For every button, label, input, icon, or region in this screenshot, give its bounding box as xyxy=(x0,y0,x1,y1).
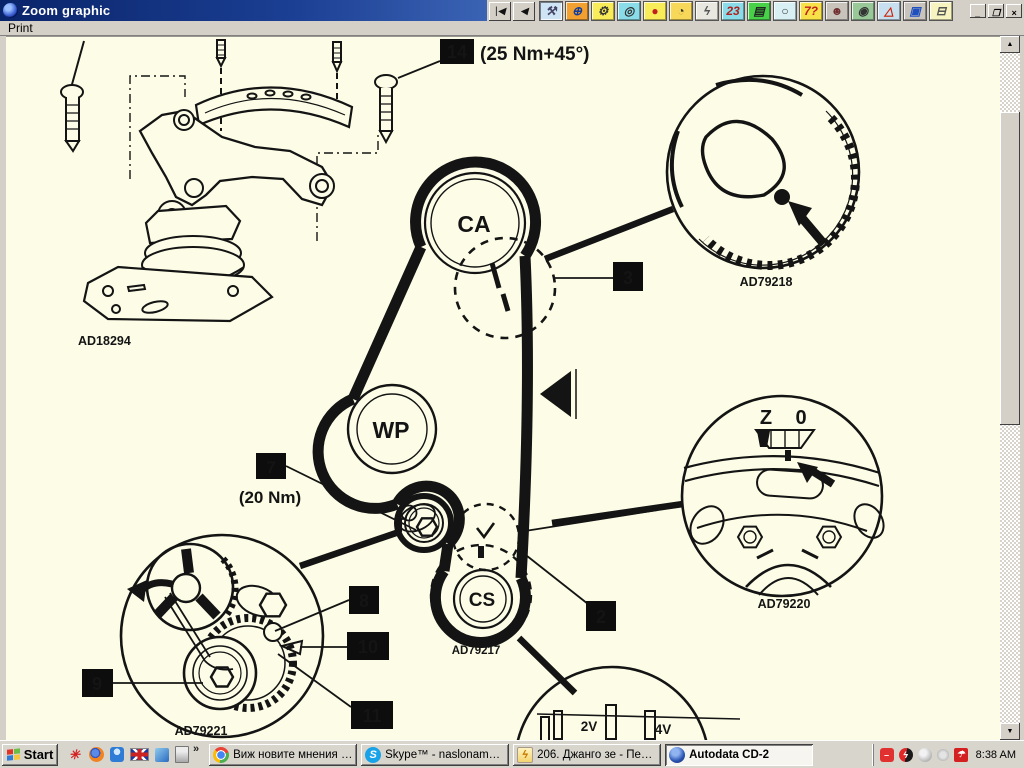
menu-bar: Print xyxy=(0,21,1024,36)
toolbar-icon[interactable]: ⚙ xyxy=(591,1,615,21)
mark-0: 0 xyxy=(795,407,806,429)
nav-buttons: |◀ ◀ xyxy=(489,2,535,21)
task-buttons: Виж новите мнения | V... S Skype™ - nasl… xyxy=(209,744,813,766)
mark-z: Z xyxy=(760,407,772,429)
system-tray: – ϟ ☂ 8:38 AM xyxy=(873,744,1024,766)
toolbar-icon[interactable]: ☻ xyxy=(825,1,849,21)
timing-belt-diagram: 14 3 7 2 8 10 9 11 (25 Nm+45°) AD18294 A… xyxy=(6,37,1000,741)
toolbar-icon[interactable]: ϟ xyxy=(695,1,719,21)
tray-icon[interactable]: ☂ xyxy=(954,748,968,762)
quick-launch-icon[interactable]: ✳ xyxy=(66,747,83,763)
app-icon xyxy=(3,3,18,18)
toolbar-icon[interactable]: ▤ xyxy=(747,1,771,21)
taskbar-task-button[interactable]: ϟ 206. Джанго зе - Песе... xyxy=(513,744,661,766)
quick-launch-icon[interactable] xyxy=(130,748,149,761)
window-controls: _ ❐ × xyxy=(970,4,1022,18)
label-8: 8 xyxy=(359,591,369,611)
toolbar-icon[interactable]: △ xyxy=(877,1,901,21)
pulley-wp: WP xyxy=(372,417,409,443)
mark-2v: 2V xyxy=(581,719,598,734)
task-icon: S xyxy=(365,747,381,763)
start-button[interactable]: Start xyxy=(2,744,58,766)
toolbar-icon[interactable]: ○ xyxy=(773,1,797,21)
taskbar-task-button[interactable]: S Skype™ - naslonamakar... xyxy=(361,744,509,766)
toolbar-icon[interactable]: ◉ xyxy=(851,1,875,21)
torque-25nm: (25 Nm+45°) xyxy=(480,44,590,65)
tray-icon[interactable] xyxy=(937,749,949,761)
quick-launch-icon[interactable] xyxy=(110,747,124,762)
label-14: 14 xyxy=(447,42,467,62)
toolbar-overflow-chevron[interactable]: » xyxy=(193,741,199,755)
mark-4v: 4V xyxy=(655,722,672,737)
window-control-button[interactable]: ❐ xyxy=(988,4,1004,18)
ref-ad18294: AD18294 xyxy=(78,334,131,348)
label-9: 9 xyxy=(92,674,102,694)
label-10: 10 xyxy=(358,637,378,657)
toolbar-icon[interactable]: ◎ xyxy=(617,1,641,21)
vertical-scrollbar[interactable]: ▲ ▼ xyxy=(1000,36,1020,740)
ref-ad79220: AD79220 xyxy=(758,597,811,611)
taskbar-task-button[interactable]: Виж новите мнения | V... xyxy=(209,744,357,766)
toolbar-icon[interactable]: 7? xyxy=(799,1,823,21)
pulley-ca: CA xyxy=(457,211,490,237)
windows-flag-icon xyxy=(7,748,21,761)
scroll-down-button[interactable]: ▼ xyxy=(1000,723,1020,740)
nav-button[interactable]: |◀ xyxy=(489,2,511,21)
menu-item-print[interactable]: Print xyxy=(8,21,33,35)
label-11: 11 xyxy=(362,706,381,726)
toolbar-icons: ⚒ ⊕ ⚙ ◎ ● ◔ ϟ 23 ▤ ○ 7? ☻ ◉ △ ▣ ⊟ xyxy=(539,1,953,21)
label-3: 3 xyxy=(623,268,633,288)
graphic-canvas: 14 3 7 2 8 10 9 11 (25 Nm+45°) AD18294 A… xyxy=(6,36,1000,740)
ref-ad79217: AD79217 xyxy=(452,645,501,657)
toolbar: |◀ ◀ ⚒ ⊕ ⚙ ◎ ● ◔ ϟ 23 ▤ ○ 7? ☻ ◉ △ ▣ ⊟ _… xyxy=(487,0,1024,22)
title-bar[interactable]: Zoom graphic xyxy=(0,0,487,21)
toolbar-icon[interactable]: ⊕ xyxy=(565,1,589,21)
toolbar-icon[interactable]: 23 xyxy=(721,1,745,21)
tray-icon[interactable]: ϟ xyxy=(899,748,913,762)
pulley-cs: CS xyxy=(469,590,495,611)
toolbar-icon[interactable]: ● xyxy=(643,1,667,21)
task-icon xyxy=(213,747,229,763)
taskbar-task-button[interactable]: Autodata CD-2 xyxy=(665,744,813,766)
quick-launch-bar: ✳ xyxy=(66,746,189,763)
scroll-up-button[interactable]: ▲ xyxy=(1000,36,1020,53)
ref-ad79221: AD79221 xyxy=(175,724,228,738)
clock: 8:38 AM xyxy=(976,749,1016,761)
ref-ad79218: AD79218 xyxy=(740,275,793,289)
pulley-t: T xyxy=(394,514,407,537)
toolbar-icon[interactable]: ⊟ xyxy=(929,1,953,21)
quick-launch-icon[interactable] xyxy=(155,748,169,762)
task-icon xyxy=(669,747,685,763)
task-icon: ϟ xyxy=(517,747,533,763)
toolbar-icon[interactable]: ▣ xyxy=(903,1,927,21)
quick-launch-icon[interactable] xyxy=(89,747,104,762)
nav-button[interactable]: ◀ xyxy=(513,2,535,21)
label-2: 2 xyxy=(596,607,606,627)
tray-icon[interactable]: – xyxy=(880,748,894,762)
toolbar-icon[interactable]: ⚒ xyxy=(539,1,563,21)
window-control-button[interactable]: _ xyxy=(970,4,986,18)
toolbar-icon[interactable]: ◔ xyxy=(669,1,693,21)
label-7: 7 xyxy=(266,458,275,477)
torque-20nm: (20 Nm) xyxy=(239,488,301,507)
scrollbar-thumb[interactable] xyxy=(1000,112,1020,425)
tray-icon[interactable] xyxy=(918,748,932,762)
quick-launch-icon[interactable] xyxy=(175,746,189,763)
window-control-button[interactable]: × xyxy=(1006,4,1022,18)
window-title: Zoom graphic xyxy=(22,3,110,18)
taskbar: Start ✳ » Виж новите мнения | V... S Sky… xyxy=(0,740,1024,768)
